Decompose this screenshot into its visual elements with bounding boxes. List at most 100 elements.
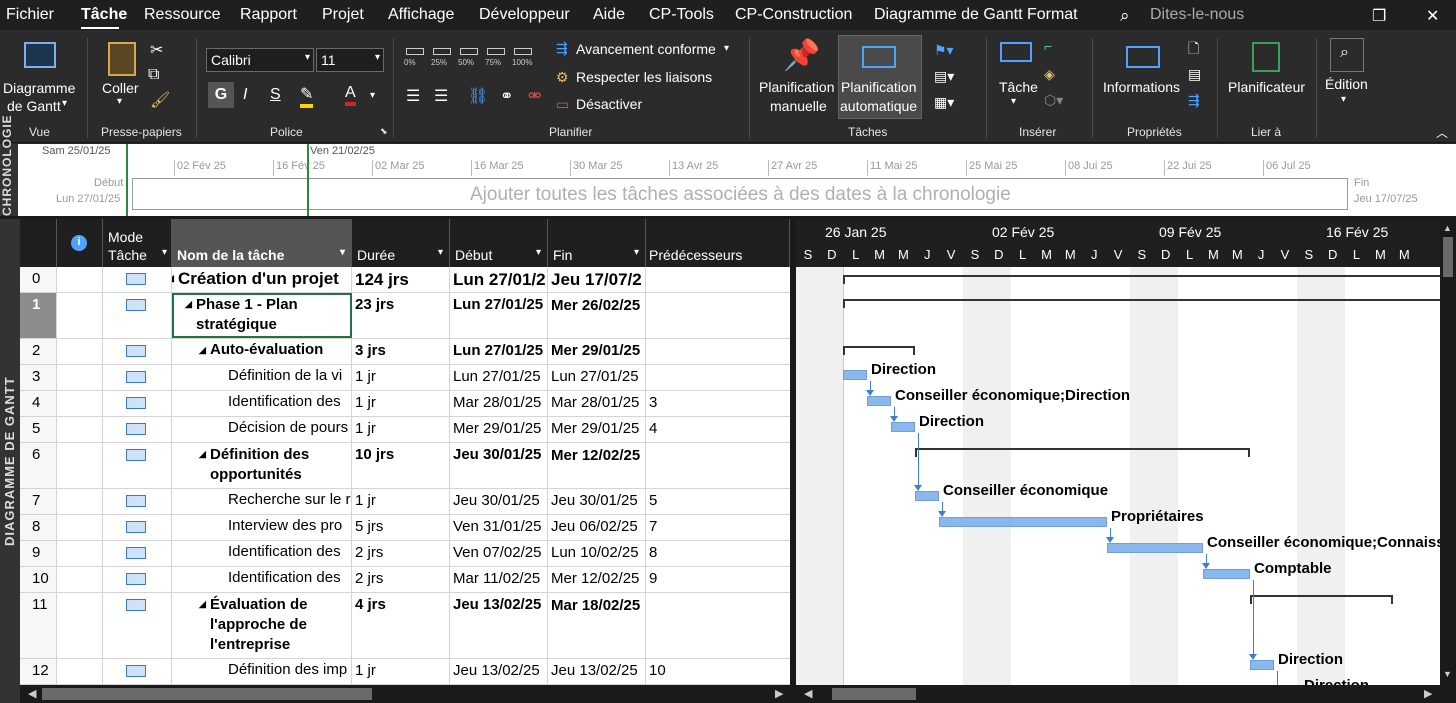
fin-cell[interactable]: Mer 12/02/25 — [548, 567, 646, 592]
gantt-horizontal-scrollbar[interactable]: ◀ ▶ — [796, 685, 1456, 703]
menu-tache[interactable]: Tâche — [81, 6, 127, 24]
menu-ressource[interactable]: Ressource — [144, 6, 220, 24]
row-id[interactable]: 11 — [20, 593, 57, 658]
chevron-down-icon[interactable]: ▾ — [117, 96, 122, 107]
pred-cell[interactable] — [646, 593, 790, 658]
pred-cell[interactable]: 10 — [646, 659, 790, 684]
row-id[interactable]: 10 — [20, 567, 57, 592]
task-bar[interactable] — [843, 370, 867, 380]
fin-cell[interactable]: Jeu 17/07/2 — [548, 267, 646, 292]
row-id[interactable]: 0 — [20, 267, 57, 292]
close-icon[interactable]: ✕ — [1426, 6, 1439, 26]
milestone-icon[interactable]: ◈ — [1044, 66, 1055, 83]
view-tab-gantt[interactable]: DIAGRAMME DE GANTT — [0, 219, 20, 703]
task-bar[interactable] — [891, 422, 915, 432]
debut-header[interactable]: Début ▾ — [450, 219, 548, 267]
dialog-launcher-icon[interactable]: ⬊ — [380, 126, 388, 137]
deliverable-icon[interactable]: ⬡▾ — [1044, 92, 1063, 109]
information-icon[interactable] — [1126, 46, 1160, 68]
menu-projet[interactable]: Projet — [322, 6, 364, 24]
scroll-right-icon[interactable]: ▶ — [775, 687, 783, 700]
duree-cell[interactable]: 2 jrs — [352, 541, 450, 566]
planificateur-label[interactable]: Planificateur — [1228, 79, 1305, 95]
table-row[interactable]: 11 ◢ Évaluation de l'approche de l'entrepr… — [20, 593, 790, 659]
pred-header[interactable]: Prédécesseurs — [646, 219, 790, 267]
name-cell[interactable]: ◢ Définition des opportunités — [172, 443, 352, 488]
duree-cell[interactable]: 2 jrs — [352, 567, 450, 592]
details-icon[interactable]: ▤ — [1188, 66, 1201, 83]
pred-cell[interactable]: 8 — [646, 541, 790, 566]
gantt-vertical-scrollbar[interactable]: ▲ ▼ — [1440, 219, 1456, 685]
summary-icon[interactable]: ⌐ — [1044, 38, 1052, 54]
copy-icon[interactable]: ⧉ — [148, 66, 159, 84]
pred-cell[interactable]: 5 — [646, 489, 790, 514]
chevron-down-icon[interactable]: ▾ — [724, 43, 729, 54]
cut-icon[interactable]: ✂ — [150, 40, 163, 60]
debut-cell[interactable]: Lun 27/01/25 — [450, 365, 548, 390]
menu-cp-construction[interactable]: CP-Construction — [735, 6, 852, 24]
collapse-triangle-icon[interactable]: ◢ — [199, 449, 206, 460]
percent-2-button[interactable]: 50% — [458, 46, 480, 72]
menu-rapport[interactable]: Rapport — [240, 6, 297, 24]
fin-header[interactable]: Fin ▾ — [548, 219, 646, 267]
scroll-thumb[interactable] — [1443, 237, 1453, 277]
pred-cell[interactable] — [646, 443, 790, 488]
debut-cell[interactable]: Lun 27/01/2 — [450, 267, 548, 292]
row-id[interactable]: 9 — [20, 541, 57, 566]
informations-label[interactable]: Informations — [1103, 79, 1180, 95]
row-id[interactable]: 8 — [20, 515, 57, 540]
debut-cell[interactable]: Jeu 13/02/25 — [450, 593, 548, 658]
debut-cell[interactable]: Lun 27/01/25 — [450, 293, 548, 338]
table-row[interactable]: 2 ◢ Auto-évaluation 3 jrs Lun 27/01/25 Mer 29… — [20, 339, 790, 365]
manuelle-label-1[interactable]: Planification — [759, 79, 835, 95]
coller-label[interactable]: Coller — [102, 80, 139, 96]
menu-cp-tools[interactable]: CP-Tools — [649, 6, 714, 24]
duree-cell[interactable]: 10 jrs — [352, 443, 450, 488]
pin-icon[interactable]: 📌 — [783, 38, 820, 73]
fin-cell[interactable]: Mar 28/01/25 — [548, 391, 646, 416]
mode-cell[interactable] — [103, 443, 172, 488]
task-insert-icon[interactable] — [1000, 42, 1032, 62]
summary-bar-phase1[interactable] — [843, 299, 1440, 301]
duree-cell[interactable]: 4 jrs — [352, 593, 450, 658]
mode-cell[interactable] — [103, 365, 172, 390]
schedule-conform-icon[interactable]: ⇶ — [556, 40, 568, 57]
restore-window-icon[interactable]: ❐ — [1372, 6, 1386, 26]
search-icon[interactable]: ⌕ — [1120, 6, 1130, 26]
percent-3-button[interactable]: 75% — [485, 46, 507, 72]
summary-bar-evaluation[interactable] — [1250, 595, 1393, 597]
table-row[interactable]: 4 Identification des 1 jr Mar 28/01/25 Mar 2… — [20, 391, 790, 417]
avancement-button[interactable]: Avancement conforme — [576, 41, 716, 57]
mode-cell[interactable] — [103, 417, 172, 442]
mode-cell[interactable] — [103, 567, 172, 592]
duree-cell[interactable]: 1 jr — [352, 659, 450, 684]
pred-cell[interactable]: 7 — [646, 515, 790, 540]
debut-cell[interactable]: Mer 29/01/25 — [450, 417, 548, 442]
percent-1-button[interactable]: 25% — [431, 46, 453, 72]
gantt-chart-icon[interactable] — [24, 42, 56, 68]
pred-cell[interactable]: 3 — [646, 391, 790, 416]
mode-cell[interactable] — [103, 541, 172, 566]
fin-cell[interactable]: Mer 26/02/25 — [548, 293, 646, 338]
summary-bar-opportunites[interactable] — [915, 448, 1250, 450]
name-cell[interactable]: Décision de pours — [172, 417, 352, 442]
name-cell[interactable]: ◢ Phase 1 - Plan stratégique — [172, 293, 352, 338]
debut-cell[interactable]: Mar 11/02/25 — [450, 567, 548, 592]
underline-button[interactable]: S — [270, 86, 281, 104]
row-id[interactable]: 6 — [20, 443, 57, 488]
fin-cell[interactable]: Jeu 13/02/25 — [548, 659, 646, 684]
row-id[interactable]: 2 — [20, 339, 57, 364]
mode-header[interactable]: Mode Tâche ▾ — [103, 219, 172, 267]
name-cell[interactable]: ◢ Création d'un projet — [172, 267, 352, 292]
timeline-visible-range[interactable] — [126, 144, 309, 216]
duree-cell[interactable]: 1 jr — [352, 489, 450, 514]
menu-gantt-format[interactable]: Diagramme de Gantt Format — [874, 6, 1078, 24]
scroll-left-icon[interactable]: ◀ — [804, 687, 812, 700]
italic-button[interactable]: I — [243, 86, 247, 104]
collapse-triangle-icon[interactable]: ◢ — [199, 599, 206, 610]
name-cell[interactable]: Recherche sur le r — [172, 489, 352, 514]
select-all-corner[interactable] — [20, 219, 57, 267]
scroll-thumb[interactable] — [832, 688, 916, 700]
name-cell[interactable]: Définition des imp — [172, 659, 352, 684]
desactiver-button[interactable]: Désactiver — [576, 96, 642, 112]
